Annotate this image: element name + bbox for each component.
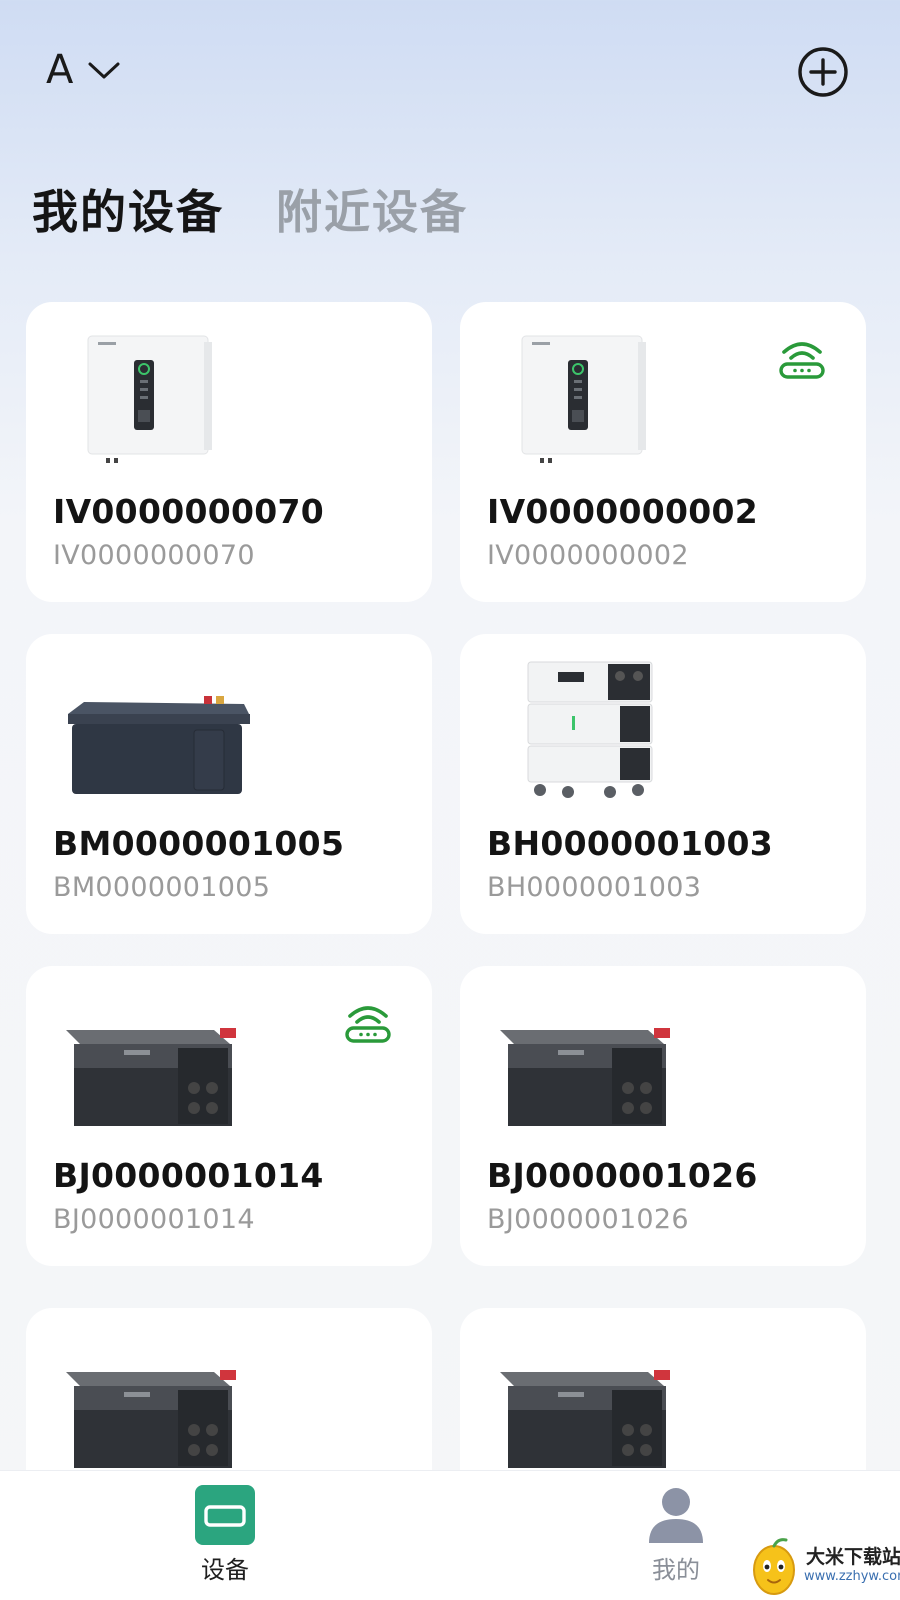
chevron-down-icon: [88, 62, 120, 79]
device-serial: BJ0000001026: [487, 1204, 689, 1235]
tab-nearby-devices[interactable]: 附近设备: [276, 182, 468, 242]
wifi-online-icon: [345, 1006, 391, 1043]
add-circle-icon[interactable]: [797, 46, 849, 98]
power-station-image: [500, 1370, 670, 1468]
device-serial: BH0000001003: [487, 872, 702, 903]
wifi-online-icon: [779, 342, 825, 379]
inverter-image: [87, 335, 212, 463]
nav-devices-label: 设备: [201, 1556, 249, 1584]
nav-devices[interactable]: 设备: [165, 1485, 285, 1595]
device-name: IV0000000002: [487, 492, 759, 531]
inverter-image: [521, 335, 646, 463]
stacked-battery-image: [527, 661, 653, 798]
battery-box-image: [68, 696, 250, 794]
watermark-title: 大米下载站: [806, 1546, 900, 1568]
device-icon: [195, 1485, 255, 1545]
device-card[interactable]: BJ0000001026 BJ0000001026: [460, 966, 866, 1266]
power-station-image: [66, 1028, 236, 1126]
watermark: 大米下载站 www.zzhyw.com: [748, 1536, 900, 1596]
device-name: BH0000001003: [487, 824, 773, 863]
device-serial: BM0000001005: [53, 872, 271, 903]
nav-profile[interactable]: 我的: [616, 1485, 736, 1595]
device-serial: IV0000000002: [487, 540, 689, 571]
power-station-image: [500, 1028, 670, 1126]
device-card[interactable]: IV0000000002 IV0000000002: [460, 302, 866, 602]
device-name: IV0000000070: [53, 492, 325, 531]
power-station-image: [66, 1370, 236, 1468]
device-card[interactable]: BM0000001005 BM0000001005: [26, 634, 432, 934]
device-card[interactable]: IV0000000070 IV0000000070: [26, 302, 432, 602]
device-card[interactable]: BJ0000001014 BJ0000001014: [26, 966, 432, 1266]
device-name: BM0000001005: [53, 824, 345, 863]
tab-my-devices[interactable]: 我的设备: [32, 182, 224, 242]
top-bar: A: [0, 0, 900, 150]
mascot-logo: [753, 1538, 795, 1595]
home-name: A: [46, 47, 74, 93]
watermark-url: www.zzhyw.com: [804, 1569, 900, 1584]
nav-profile-label: 我的: [652, 1556, 700, 1584]
device-tabs: 我的设备 附近设备: [32, 178, 468, 242]
device-serial: BJ0000001014: [53, 1204, 255, 1235]
user-icon: [649, 1488, 703, 1543]
device-name: BJ0000001014: [53, 1156, 324, 1195]
home-switcher[interactable]: A: [46, 46, 121, 94]
device-name: BJ0000001026: [487, 1156, 758, 1195]
device-serial: IV0000000070: [53, 540, 255, 571]
device-card[interactable]: BH0000001003 BH0000001003: [460, 634, 866, 934]
